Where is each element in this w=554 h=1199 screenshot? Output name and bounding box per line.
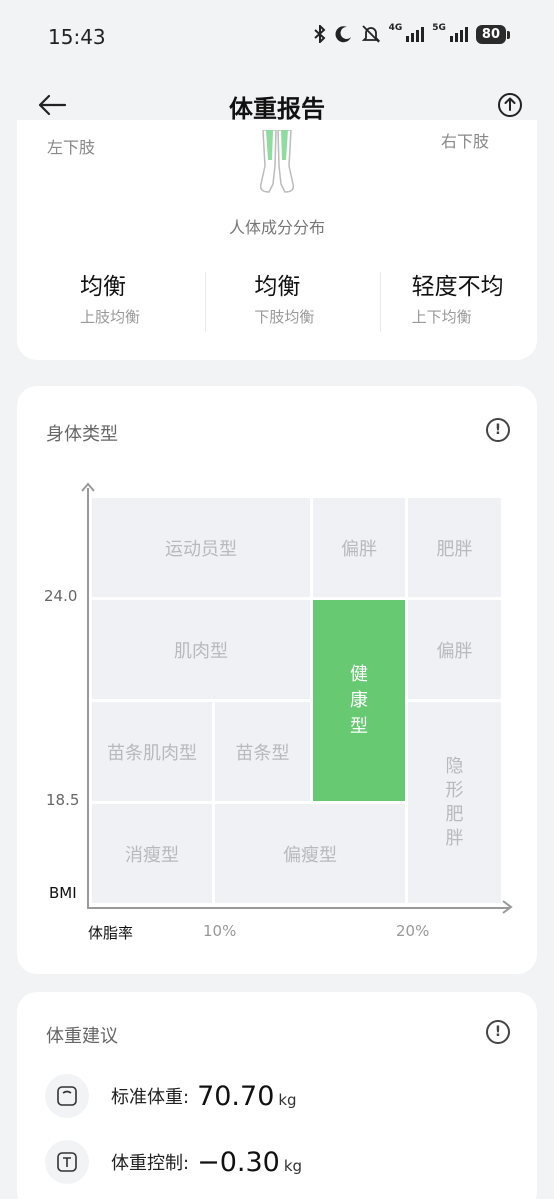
balance-value: 轻度不均 — [411, 274, 504, 300]
standard-weight-row: 标准体重: 70.70 kg — [45, 1074, 505, 1118]
weight-control-unit: kg — [283, 1157, 303, 1175]
body-composition-card: 左下肢 右下肢 人体成分分布 均衡 上肢均衡 均衡 下肢均衡 轻度不均 上下均衡 — [17, 120, 537, 360]
battery-icon: 80 — [475, 24, 511, 44]
x-axis-line — [87, 907, 510, 909]
weight-advice-title: 体重建议 — [46, 1026, 118, 1047]
share-button[interactable] — [492, 87, 528, 123]
cell-slightly-thin: 偏瘦型 — [215, 804, 405, 903]
cell-hidden-obese-char: 肥 — [445, 803, 464, 825]
y-axis-line — [87, 488, 89, 908]
standard-weight-label: 标准体重: — [111, 1087, 190, 1108]
balance-value: 均衡 — [254, 274, 301, 300]
right-lower-limb-label: 右下肢 — [440, 132, 489, 151]
weight-control-icon — [45, 1140, 89, 1184]
cell-healthy-char: 型 — [350, 715, 368, 737]
standard-weight-value: 70.70 — [197, 1080, 275, 1112]
cell-healthy-char: 健 — [350, 663, 368, 685]
page-title: 体重报告 — [229, 95, 325, 123]
balance-upper-limb: 均衡 上肢均衡 — [17, 272, 205, 332]
cell-slightly-fat-mid: 偏胖 — [408, 600, 501, 699]
cell-slightly-fat-top: 偏胖 — [313, 498, 405, 597]
cell-muscular: 肌肉型 — [92, 600, 310, 699]
info-icon[interactable]: ! — [486, 1020, 510, 1044]
mute-bell-icon — [361, 25, 380, 43]
weight-control-row: 体重控制: −0.30 kg — [45, 1140, 505, 1184]
cell-thin: 消瘦型 — [92, 804, 212, 903]
cell-slim-muscular: 苗条肌肉型 — [92, 702, 212, 801]
cell-athlete: 运动员型 — [92, 498, 310, 597]
weight-control-value: −0.30 — [197, 1146, 280, 1178]
network-type-1: 4G — [388, 23, 403, 33]
signal-icon — [406, 26, 425, 42]
balance-upper-lower: 轻度不均 上下均衡 — [379, 272, 537, 332]
cell-hidden-obese-char: 形 — [445, 779, 464, 801]
network-type-2: 5G — [432, 23, 446, 33]
x-axis-label: 体脂率 — [88, 924, 134, 942]
balance-value: 均衡 — [80, 274, 126, 300]
body-composition-caption: 人体成分分布 — [228, 218, 325, 237]
y-tick-18-5: 18.5 — [46, 791, 80, 809]
cell-obese: 肥胖 — [408, 498, 501, 597]
cell-hidden-obese: 隐 形 肥 胖 — [408, 702, 501, 903]
weight-advice-card: 体重建议 ! 标准体重: 70.70 kg 体重控制: −0.30 kg — [17, 992, 537, 1199]
status-time: 15:43 — [48, 25, 106, 49]
y-axis-arrow-icon — [81, 482, 95, 492]
balance-label: 下肢均衡 — [254, 308, 315, 326]
x-tick-10: 10% — [203, 922, 237, 940]
x-tick-20: 20% — [396, 922, 430, 940]
signal-icon-2 — [449, 26, 468, 42]
status-bar: 15:43 4G 5G 80 — [0, 0, 554, 72]
left-lower-limb-label: 左下肢 — [47, 138, 96, 157]
share-icon — [498, 93, 522, 117]
cell-healthy: 健 康 型 — [313, 600, 405, 801]
cell-hidden-obese-char: 胖 — [445, 827, 464, 849]
body-type-card: 身体类型 ! 运动员型 偏胖 肥胖 肌肉型 健 康 型 偏胖 苗条肌肉型 苗条型… — [17, 386, 537, 974]
x-axis-arrow-icon — [502, 900, 513, 914]
balance-label: 上下均衡 — [411, 308, 472, 326]
body-type-matrix: 运动员型 偏胖 肥胖 肌肉型 健 康 型 偏胖 苗条肌肉型 苗条型 隐 形 肥 … — [17, 386, 537, 974]
y-axis-label: BMI — [49, 884, 77, 902]
cell-healthy-char: 康 — [350, 689, 368, 711]
standard-weight-unit: kg — [278, 1091, 297, 1109]
cell-hidden-obese-char: 隐 — [445, 755, 464, 777]
scale-icon — [45, 1074, 89, 1118]
balance-lower-limb: 均衡 下肢均衡 — [205, 272, 379, 332]
weight-control-label: 体重控制: — [111, 1153, 190, 1174]
status-icons: 4G 5G 80 — [313, 23, 511, 44]
balance-label: 上肢均衡 — [80, 308, 141, 326]
y-tick-24: 24.0 — [44, 587, 78, 605]
cell-slim: 苗条型 — [215, 702, 310, 801]
moon-icon — [335, 26, 351, 43]
balance-summary: 均衡 上肢均衡 均衡 下肢均衡 轻度不均 上下均衡 — [17, 272, 537, 332]
body-figure-icon — [259, 130, 295, 193]
bluetooth-icon — [313, 25, 326, 43]
